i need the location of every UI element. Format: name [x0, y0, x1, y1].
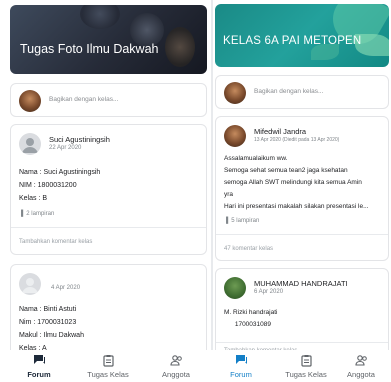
post-date: 6 Apr 2020 [254, 289, 284, 295]
left-stream-panel: Tugas Foto Ilmu Dakwah Bagikan dengan ke… [0, 0, 211, 382]
stream-post-card[interactable]: Suci Agustiningsih 22 Apr 2020 Nama : Su… [10, 124, 207, 255]
nav-label: Tugas Kelas [285, 370, 327, 379]
attachments-count: 2 lampiran [26, 211, 55, 217]
assignment-icon [300, 355, 312, 367]
nav-label: Forum [230, 370, 252, 379]
nav-label: Anggota [162, 370, 190, 379]
forum-icon [33, 355, 45, 364]
post-text-line: Nim : 1700031023 [19, 319, 77, 326]
nav-anggota-left[interactable]: Anggota [146, 354, 206, 379]
author-avatar [224, 125, 246, 147]
attachments-link[interactable]: ▐ 2 lampiran [19, 211, 54, 217]
stream-post-card[interactable]: 4 Apr 2020 Nama : Binti Astuti Nim : 170… [10, 264, 207, 364]
nav-forum-left[interactable]: Forum [9, 354, 69, 379]
class-comments-link[interactable]: 47 komentar kelas [224, 246, 273, 252]
banner-photo-figure [80, 5, 120, 29]
class-title: KELAS 6A PAI METOPEN [223, 35, 362, 47]
post-text-line: Makul : Ilmu Dakwah [19, 332, 84, 339]
author-name: Suci Agustiningsih [49, 135, 110, 144]
paperclip-icon: ▐ [224, 218, 229, 224]
nav-label: Tugas Kelas [87, 370, 129, 379]
post-date: 22 Apr 2020 [49, 145, 82, 151]
card-divider [216, 234, 388, 235]
forum-icon [235, 355, 247, 364]
class-banner[interactable]: KELAS 6A PAI METOPEN [215, 4, 389, 67]
post-date: 13 Apr 2020 (Diedit pada 13 Apr 2020) [254, 137, 340, 143]
class-title: Tugas Foto Ilmu Dakwah [20, 42, 159, 56]
class-banner[interactable]: Tugas Foto Ilmu Dakwah [10, 5, 207, 74]
author-avatar [19, 273, 41, 295]
nav-tugas-kelas-right[interactable]: Tugas Kelas [276, 354, 336, 379]
share-with-class-card[interactable]: Bagikan dengan kelas... [10, 83, 207, 117]
post-text-line: Nama : Binti Astuti [19, 306, 77, 313]
post-text-line: Semoga sehat semua tean2 jaga ksehatan [224, 167, 348, 174]
post-text-line: Kelas : B [19, 195, 48, 202]
people-icon [169, 355, 182, 366]
post-text-line: Assalamualaikum ww. [224, 155, 288, 162]
share-placeholder: Bagikan dengan kelas... [254, 88, 324, 95]
nav-tugas-kelas-left[interactable]: Tugas Kelas [78, 354, 138, 379]
right-stream-panel: KELAS 6A PAI METOPEN Bagikan dengan kela… [213, 0, 391, 382]
paperclip-icon: ▐ [19, 211, 24, 217]
post-text-line: M. Rizki handrajati [224, 309, 278, 316]
attachments-link[interactable]: ▐ 5 lampiran [224, 218, 259, 224]
user-avatar [19, 90, 41, 112]
author-avatar [224, 277, 246, 299]
post-text-line: 1700031089 [224, 321, 271, 328]
nav-label: Anggota [347, 370, 375, 379]
bottom-navigation: Forum Tugas Kelas Anggota Forum Tugas Ke… [0, 350, 391, 382]
people-icon [354, 355, 367, 366]
stream-post-card[interactable]: Mifedwil Jandra 13 Apr 2020 (Diedit pada… [215, 116, 389, 261]
post-text-line: NIM : 1800031200 [19, 182, 77, 189]
card-divider [11, 227, 206, 228]
share-with-class-card[interactable]: Bagikan dengan kelas... [215, 75, 389, 109]
add-class-comment[interactable]: Tambahkan komentar kelas [19, 239, 92, 245]
author-name: Mifedwil Jandra [254, 127, 307, 136]
banner-photo-figure [165, 27, 195, 67]
nav-label: Forum [27, 370, 51, 379]
author-avatar [19, 133, 41, 155]
author-name: MUHAMMAD HANDRAJATI [254, 279, 348, 288]
card-divider [216, 342, 388, 343]
post-text-line: Hari ini presentasi makalah silakan pres… [224, 203, 369, 210]
nav-anggota-right[interactable]: Anggota [331, 354, 391, 379]
user-avatar [224, 82, 246, 104]
nav-forum-right[interactable]: Forum [211, 354, 271, 379]
attachments-count: 5 lampiran [231, 218, 260, 224]
post-text-line: yra [224, 191, 234, 198]
post-text-line: Nama : Suci Agustiningsih [19, 169, 101, 176]
post-date: 4 Apr 2020 [51, 285, 81, 291]
post-text-line: semoga Allah SWT melindungi kita semua A… [224, 179, 362, 186]
assignment-icon [102, 355, 114, 367]
share-placeholder: Bagikan dengan kelas... [49, 96, 119, 103]
